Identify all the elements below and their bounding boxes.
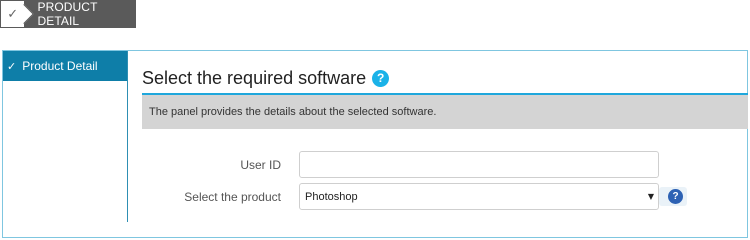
product-select[interactable]: Photoshop ▼ (299, 183, 659, 210)
sidebar-item-product-detail[interactable]: ✓ Product Detail (3, 51, 127, 81)
product-help-icon[interactable]: ? (668, 189, 683, 204)
page-title: Select the required software (142, 67, 367, 88)
sidebar: ✓ Product Detail (3, 51, 128, 222)
title-row: Select the required software ? (142, 66, 747, 90)
main-frame: ✓ Product Detail Select the required sof… (2, 50, 748, 238)
step-check-box: ✓ (0, 0, 26, 28)
step-label: PRODUCT DETAIL (37, 0, 98, 28)
help-icon[interactable]: ? (372, 69, 390, 87)
sidebar-item-label: Product Detail (22, 59, 98, 73)
product-label: Select the product (184, 189, 281, 204)
check-icon: ✓ (7, 6, 19, 22)
user-id-label: User ID (240, 157, 281, 172)
user-id-input[interactable] (299, 151, 659, 178)
content-area: Select the required software ? The panel… (142, 51, 748, 210)
info-panel: The panel provides the details about the… (142, 95, 748, 129)
product-help-wrapper: ? (659, 187, 687, 206)
check-icon: ✓ (7, 59, 17, 73)
product-select-value: Photoshop (305, 190, 358, 203)
product-row: Select the product Photoshop ▼ ? (142, 183, 687, 210)
info-text: The panel provides the details about the… (149, 106, 437, 118)
user-id-row: User ID (142, 151, 659, 178)
step-badge: ✓ PRODUCT DETAIL (0, 0, 136, 28)
chevron-down-icon: ▼ (647, 192, 654, 201)
